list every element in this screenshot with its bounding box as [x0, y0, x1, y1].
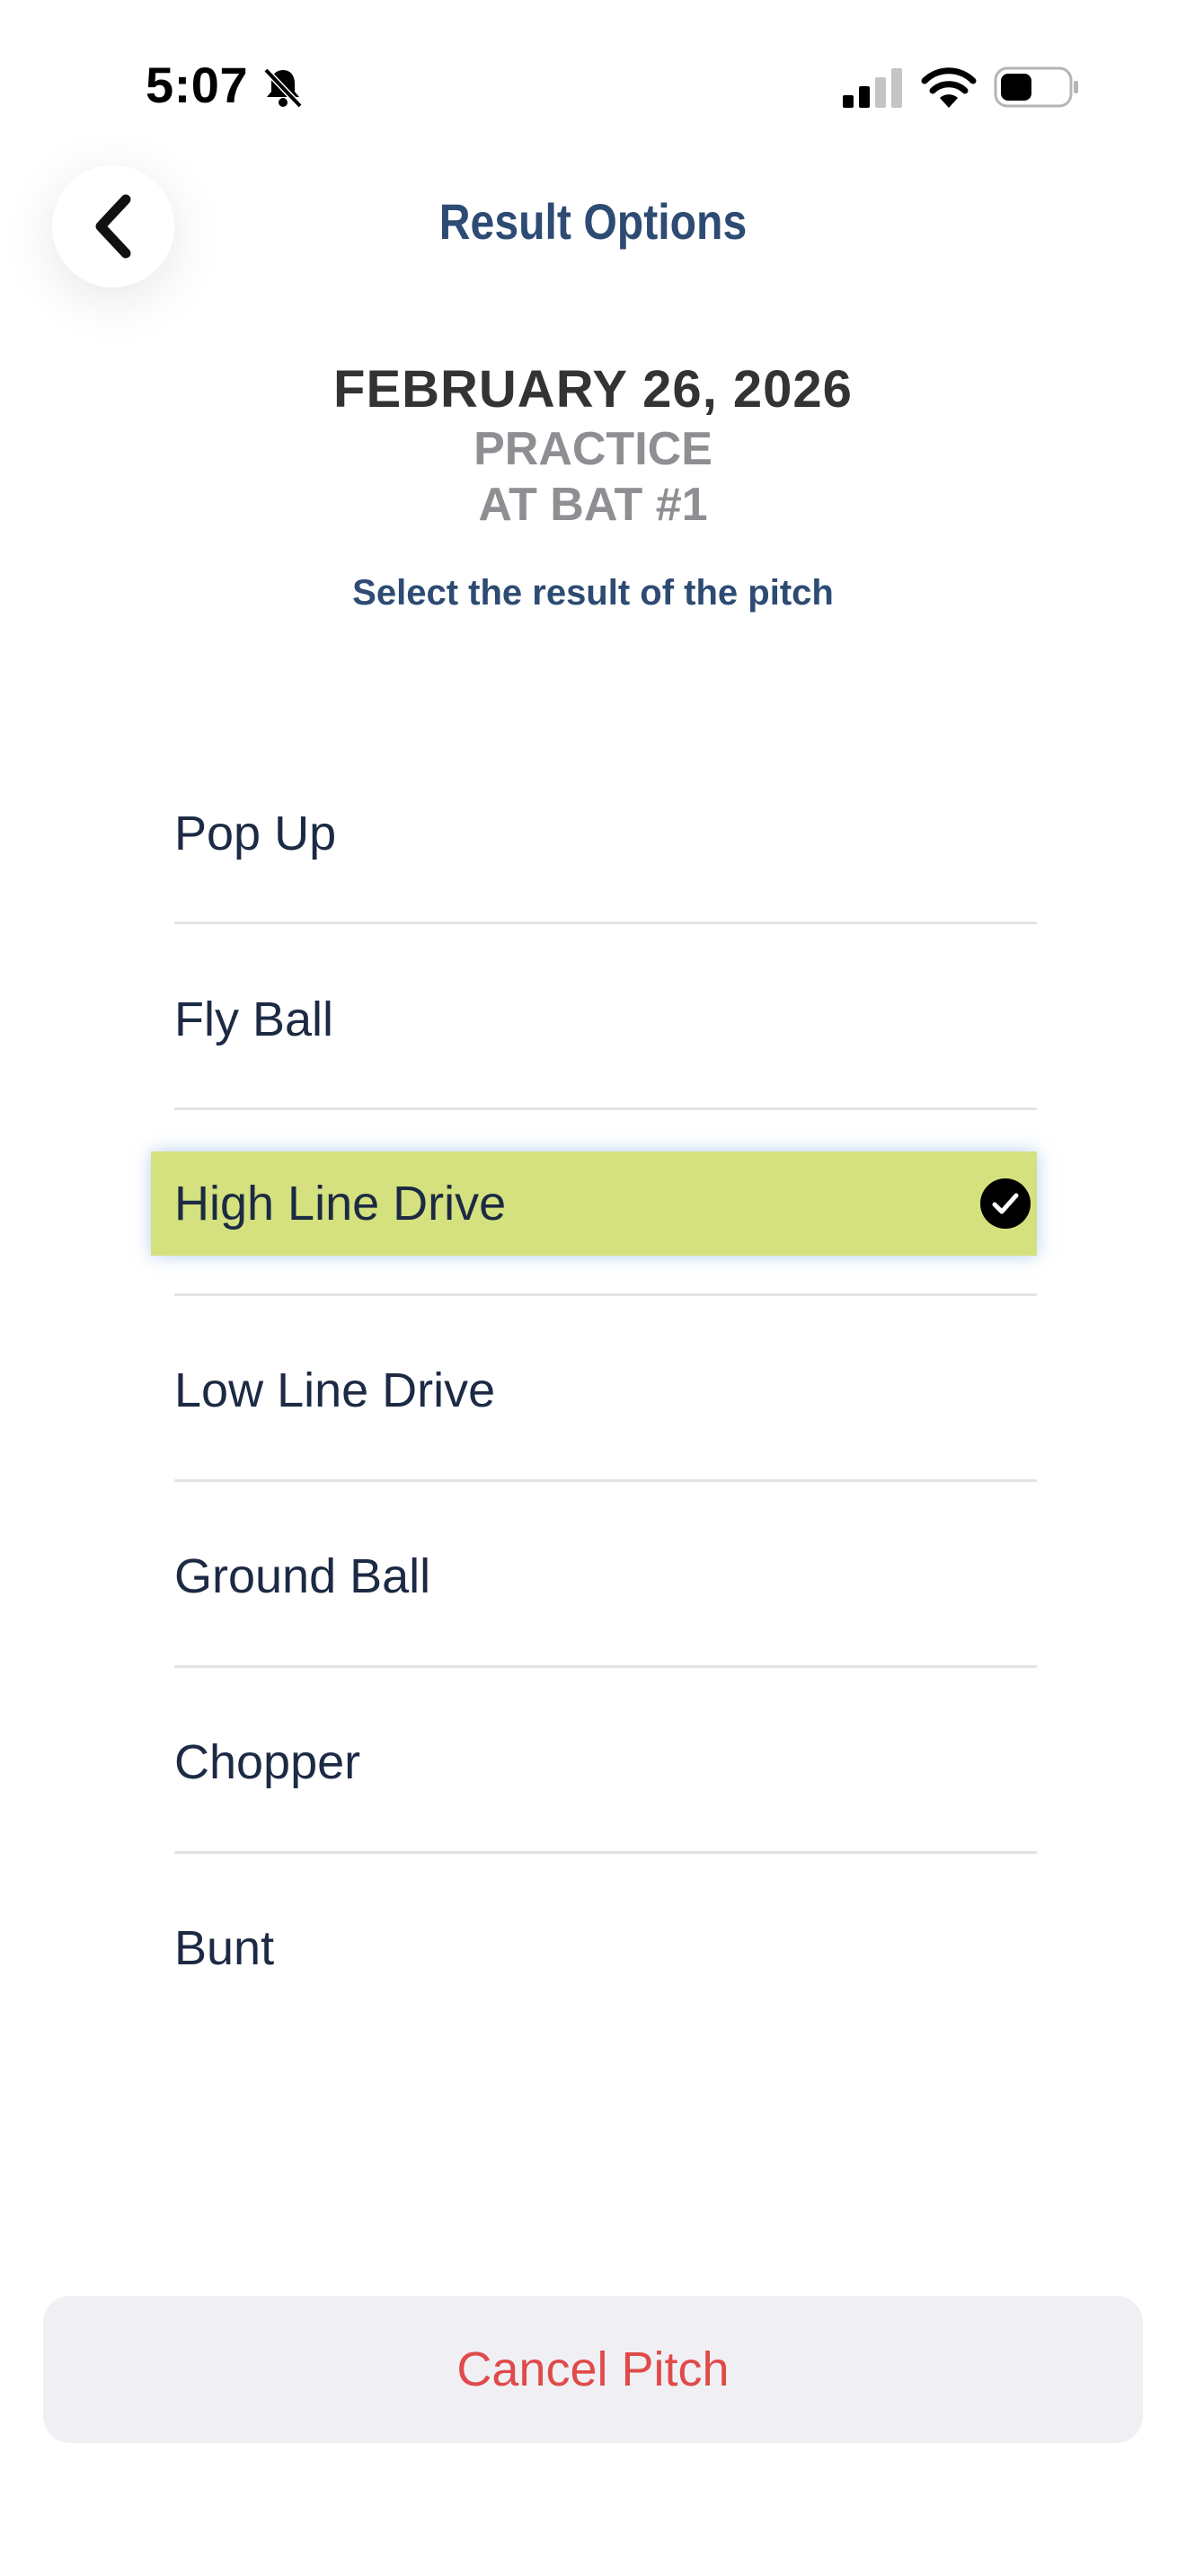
wifi-icon — [921, 67, 977, 108]
cellular-signal-icon — [843, 68, 902, 108]
divider — [174, 1851, 1037, 1854]
session-date: FEBRUARY 26, 2026 — [333, 360, 853, 419]
battery-icon — [994, 66, 1078, 108]
option-label: Ground Ball — [174, 1549, 431, 1603]
option-label: Pop Up — [174, 807, 337, 860]
status-time: 5:07 — [146, 57, 249, 113]
option-label: Low Line Drive — [174, 1363, 496, 1417]
option-ground-ball[interactable]: Ground Ball — [174, 1524, 1037, 1628]
result-options-screen: 5:07 Result Options FEBRUARY 26, 2026 PR… — [0, 0, 1186, 2576]
checkmark-circle-icon — [980, 1178, 1031, 1229]
option-label: Bunt — [174, 1921, 275, 1975]
session-type: PRACTICE — [474, 423, 712, 475]
at-bat-number: AT BAT #1 — [478, 479, 708, 531]
page-title: Result Options — [438, 193, 748, 250]
option-chopper[interactable]: Chopper — [174, 1710, 1037, 1814]
option-bunt[interactable]: Bunt — [174, 1896, 1037, 2000]
option-label: Fly Ball — [174, 992, 334, 1046]
option-label: Chopper — [174, 1735, 361, 1789]
option-fly-ball[interactable]: Fly Ball — [174, 967, 1037, 1072]
option-high-line-drive[interactable]: High Line Drive — [151, 1151, 1037, 1256]
divider — [174, 1665, 1037, 1668]
divider — [174, 922, 1037, 924]
divider — [174, 1479, 1037, 1482]
divider — [174, 1107, 1037, 1110]
instruction-text: Select the result of the pitch — [352, 573, 834, 613]
option-label: High Line Drive — [174, 1177, 507, 1231]
option-pop-up[interactable]: Pop Up — [174, 781, 1037, 886]
option-low-line-drive[interactable]: Low Line Drive — [174, 1338, 1037, 1442]
divider — [174, 1293, 1037, 1296]
bell-slash-icon — [263, 67, 303, 109]
cancel-pitch-button[interactable]: Cancel Pitch — [43, 2296, 1143, 2443]
status-bar: 5:07 — [0, 0, 1186, 171]
